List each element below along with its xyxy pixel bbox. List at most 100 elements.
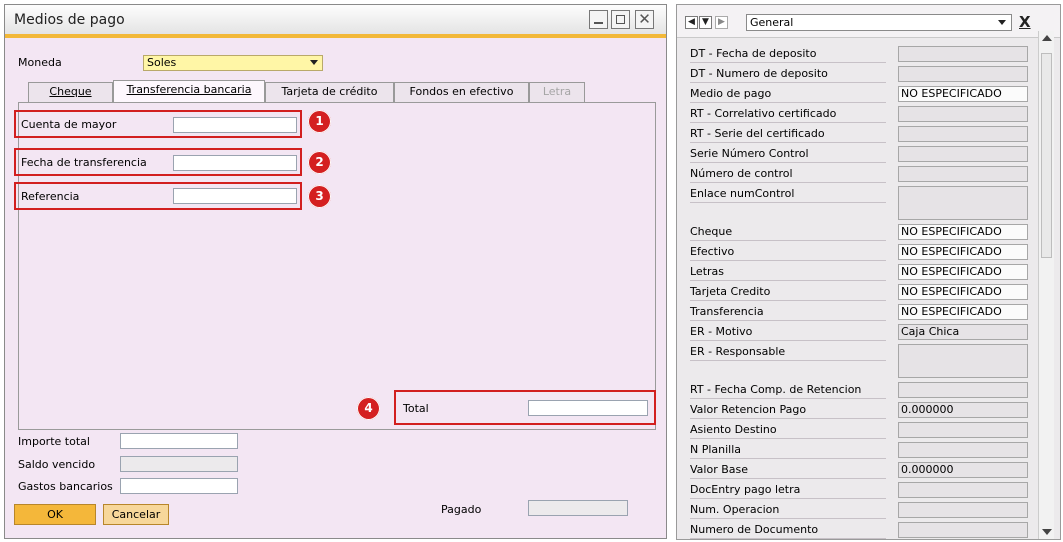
row-label: RT - Serie del certificado: [690, 127, 886, 143]
tab-transferencia-bancaria[interactable]: Transferencia bancaria: [113, 80, 265, 102]
ledger-account-field[interactable]: [173, 117, 297, 133]
vertical-scrollbar[interactable]: [1038, 31, 1054, 539]
row-label: Num. Operacion: [690, 503, 886, 519]
transfer-date-label: Fecha de transferencia: [21, 156, 147, 169]
ok-button[interactable]: OK: [14, 504, 96, 525]
scroll-up-icon[interactable]: [1042, 35, 1052, 41]
payment-means-window: Medios de pago ✕ Moneda Soles Cheque Tra…: [4, 4, 667, 539]
row-label: Valor Retencion Pago: [690, 403, 886, 419]
paid-label: Pagado: [441, 503, 482, 516]
currency-value: Soles: [147, 56, 177, 69]
side-row: DocEntry pago letra: [689, 481, 1029, 501]
row-label: Efectivo: [690, 245, 886, 261]
dropdown-nav-icon[interactable]: ▼: [699, 16, 712, 29]
side-row: Transferencia NO ESPECIFICADO: [689, 303, 1029, 323]
row-value[interactable]: [898, 126, 1028, 142]
total-amount-label: Importe total: [18, 435, 90, 448]
side-row: N Planilla: [689, 441, 1029, 461]
row-label: ER - Responsable: [690, 345, 886, 361]
category-value: General: [750, 16, 794, 29]
overdue-balance-field: [120, 456, 238, 472]
prev-icon[interactable]: ◀: [685, 16, 698, 29]
side-row: Serie Número Control: [689, 145, 1029, 165]
side-row: Asiento Destino: [689, 421, 1029, 441]
scroll-down-icon[interactable]: [1042, 529, 1052, 535]
row-label: Cheque: [690, 225, 886, 241]
maximize-icon[interactable]: [611, 10, 630, 29]
side-row: RT - Serie del certificado: [689, 125, 1029, 145]
minimize-icon[interactable]: [589, 10, 608, 29]
row-label: ER - Motivo: [690, 325, 886, 341]
row-value[interactable]: NO ESPECIFICADO: [898, 284, 1028, 300]
tab-letra: Letra: [529, 82, 585, 102]
row-label: Transferencia: [690, 305, 886, 321]
cancel-button[interactable]: Cancelar: [103, 504, 169, 525]
side-row: Efectivo NO ESPECIFICADO: [689, 243, 1029, 263]
row-value[interactable]: [898, 186, 1028, 220]
row-value[interactable]: [898, 502, 1028, 518]
row-value[interactable]: [898, 344, 1028, 378]
row-value[interactable]: Caja Chica: [898, 324, 1028, 340]
total-amount-field[interactable]: [120, 433, 238, 449]
tab-fondos-efectivo[interactable]: Fondos en efectivo: [394, 82, 529, 102]
row-label: DocEntry pago letra: [690, 483, 886, 499]
row-label: Serie Número Control: [690, 147, 886, 163]
row-value[interactable]: [898, 106, 1028, 122]
total-field[interactable]: [528, 400, 648, 416]
badge-4: 4: [357, 397, 380, 420]
side-row: DT - Fecha de deposito: [689, 45, 1029, 65]
row-value[interactable]: [898, 146, 1028, 162]
transfer-date-field[interactable]: [173, 155, 297, 171]
window-titlebar[interactable]: Medios de pago ✕: [5, 5, 666, 38]
close-icon[interactable]: ✕: [635, 10, 654, 29]
side-row: Valor Retencion Pago 0.000000: [689, 401, 1029, 421]
scrollbar-thumb[interactable]: [1041, 53, 1052, 258]
tab-label: Transferencia bancaria: [126, 83, 252, 96]
row-label: DT - Numero de deposito: [690, 67, 886, 83]
currency-select[interactable]: Soles: [143, 55, 323, 71]
row-label: Letras: [690, 265, 886, 281]
side-row: Número de control: [689, 165, 1029, 185]
badge-2: 2: [308, 151, 331, 174]
next-icon[interactable]: ▶: [715, 16, 728, 29]
row-value[interactable]: [898, 382, 1028, 398]
side-row: Medio de pago NO ESPECIFICADO: [689, 85, 1029, 105]
row-label: Numero de Documento: [690, 523, 886, 539]
row-value[interactable]: NO ESPECIFICADO: [898, 244, 1028, 260]
row-value[interactable]: NO ESPECIFICADO: [898, 224, 1028, 240]
row-value[interactable]: [898, 166, 1028, 182]
side-row: Tarjeta Credito NO ESPECIFICADO: [689, 283, 1029, 303]
row-value[interactable]: NO ESPECIFICADO: [898, 86, 1028, 102]
side-row: ER - Responsable: [689, 343, 1029, 378]
side-row: Num. Operacion: [689, 501, 1029, 521]
row-value[interactable]: 0.000000: [898, 462, 1028, 478]
side-row: Enlace numControl: [689, 185, 1029, 220]
tab-cheque[interactable]: Cheque: [28, 82, 113, 102]
category-select[interactable]: General: [746, 14, 1012, 31]
overdue-balance-label: Saldo vencido: [18, 458, 96, 471]
row-label: Asiento Destino: [690, 423, 886, 439]
side-toolbar: ◀ ▼ ▶ General X: [677, 5, 1060, 38]
row-label: Medio de pago: [690, 87, 886, 103]
panel-close-icon[interactable]: X: [1019, 13, 1031, 31]
tab-tarjeta-credito[interactable]: Tarjeta de crédito: [265, 82, 394, 102]
row-value[interactable]: [898, 66, 1028, 82]
bank-charges-field[interactable]: [120, 478, 238, 494]
side-row: Numero de Documento: [689, 521, 1029, 541]
row-value[interactable]: [898, 422, 1028, 438]
row-value[interactable]: [898, 482, 1028, 498]
row-label: N Planilla: [690, 443, 886, 459]
row-value[interactable]: 0.000000: [898, 402, 1028, 418]
chevron-down-icon: [310, 60, 318, 65]
ledger-account-label: Cuenta de mayor: [21, 118, 117, 131]
bank-charges-label: Gastos bancarios: [18, 480, 113, 493]
tab-label: Fondos en efectivo: [409, 85, 514, 98]
row-value[interactable]: NO ESPECIFICADO: [898, 304, 1028, 320]
side-row: Cheque NO ESPECIFICADO: [689, 223, 1029, 243]
row-value[interactable]: NO ESPECIFICADO: [898, 264, 1028, 280]
tab-label: Tarjeta de crédito: [281, 85, 378, 98]
reference-field[interactable]: [173, 188, 297, 204]
row-value[interactable]: [898, 522, 1028, 538]
row-value[interactable]: [898, 442, 1028, 458]
row-value[interactable]: [898, 46, 1028, 62]
